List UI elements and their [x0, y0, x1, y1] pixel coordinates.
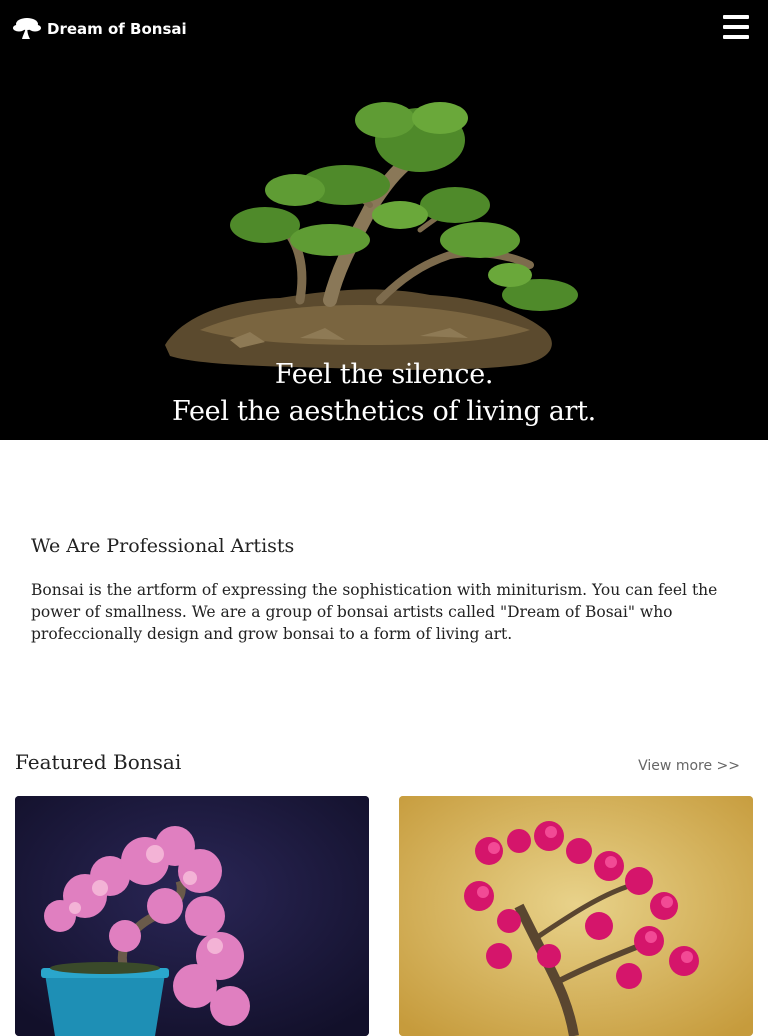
hamburger-menu-icon[interactable] [723, 15, 749, 39]
magenta-bonsai-image [399, 796, 753, 1036]
featured-card-pink-bonsai[interactable] [15, 796, 369, 1036]
brand-name: Dream of Bonsai [47, 20, 187, 38]
about-heading: We Are Professional Artists [31, 535, 295, 557]
hero-banner: Dream of Bonsai Feel the silence. Feel t… [0, 0, 768, 440]
about-section: We Are Professional Artists Bonsai is th… [31, 535, 731, 645]
menu-bar-bottom [723, 35, 749, 39]
menu-bar-top [723, 15, 749, 19]
brand-logo-link[interactable]: Dream of Bonsai [12, 12, 187, 46]
tree-icon [12, 16, 42, 42]
featured-card-magenta-bonsai[interactable] [399, 796, 753, 1036]
about-body: Bonsai is the artform of expressing the … [31, 581, 718, 643]
hero-tagline: Feel the silence. Feel the aesthetics of… [0, 356, 768, 430]
view-more-link[interactable]: View more >> [638, 758, 740, 774]
menu-bar-middle [723, 25, 749, 29]
tagline-line-1: Feel the silence. [274, 359, 494, 390]
tagline-line-2: Feel the aesthetics of living art. [172, 396, 596, 427]
featured-title: Featured Bonsai [15, 750, 182, 774]
pink-bonsai-image [15, 796, 369, 1036]
